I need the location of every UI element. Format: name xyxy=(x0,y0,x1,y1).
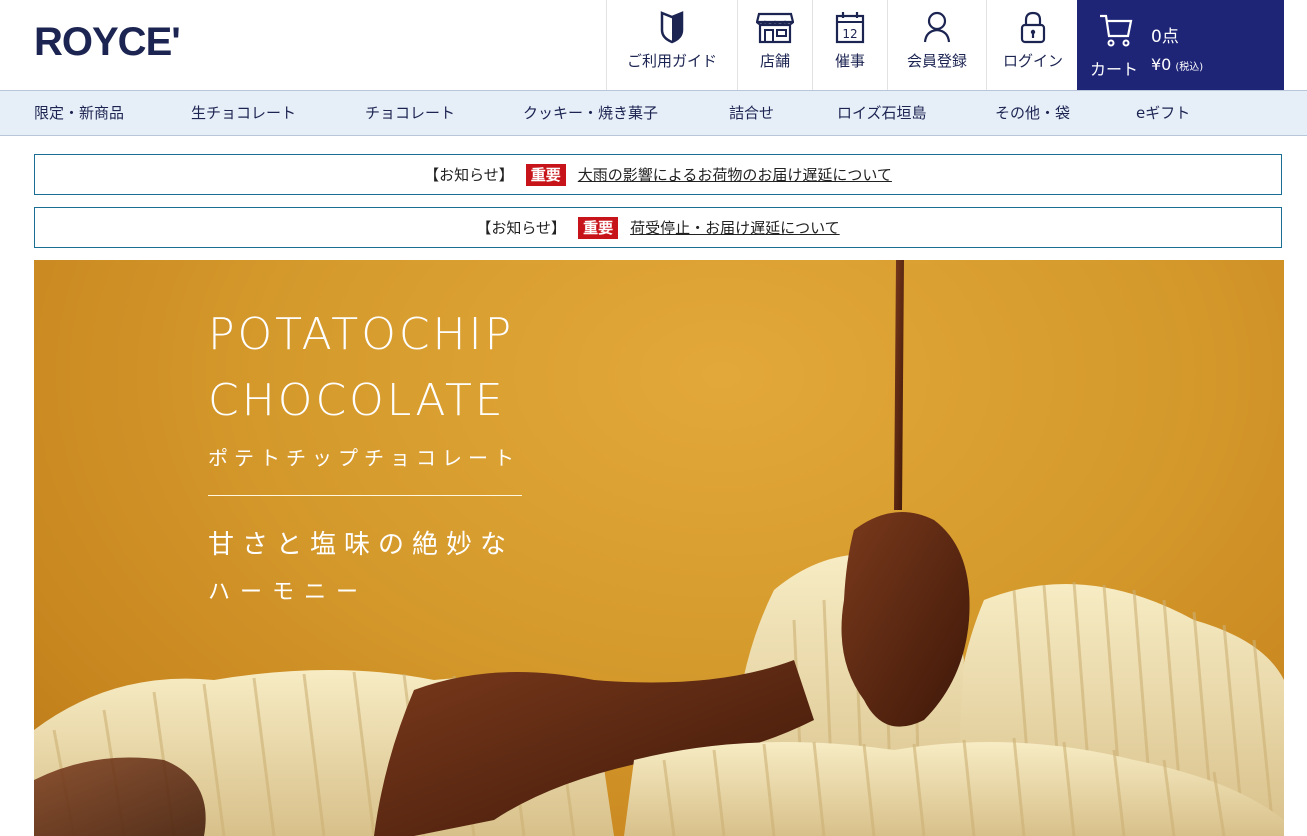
store-label: 店舗 xyxy=(759,52,790,70)
guide-label: ご利用ガイド xyxy=(626,52,717,70)
register-label: 会員登録 xyxy=(906,52,967,70)
cart-label: カート xyxy=(1090,60,1139,79)
nav-nama-chocolate[interactable]: 生チョコレート xyxy=(191,91,296,135)
notice-link-delivery-delay[interactable]: 荷受停止・お届け遅延について xyxy=(630,217,840,238)
nav-egift[interactable]: eギフト xyxy=(1136,91,1190,135)
cart-price-value: ¥0 xyxy=(1151,55,1172,74)
lock-icon xyxy=(1020,11,1046,44)
store-link[interactable]: 店舗 xyxy=(737,0,812,90)
nav-limited-new[interactable]: 限定・新商品 xyxy=(34,91,124,135)
category-navigation: 限定・新商品 生チョコレート チョコレート クッキー・焼き菓子 詰合せ ロイズ石… xyxy=(0,90,1307,136)
cart-price: ¥0 (税込) xyxy=(1151,55,1203,74)
nav-cookies-baked[interactable]: クッキー・焼き菓子 xyxy=(523,91,658,135)
hero-subtitle: ポテトチップチョコレート xyxy=(208,446,520,470)
guide-link[interactable]: ご利用ガイド xyxy=(606,0,737,90)
svg-text:12: 12 xyxy=(842,27,857,41)
hero-banner[interactable]: POTATOCHIP CHOCOLATE ポテトチップチョコレート 甘さと塩味の… xyxy=(34,260,1284,836)
site-header: ROYCE' ご利用ガイド 店舗 12 催事 会員登録 ログイン 0点 カート … xyxy=(0,0,1307,90)
event-label: 催事 xyxy=(834,52,865,70)
royce-logo[interactable]: ROYCE' xyxy=(34,22,181,62)
hero-tagline-2: ハーモニー xyxy=(208,580,369,605)
icon-navigation: ご利用ガイド 店舗 12 催事 会員登録 ログイン xyxy=(606,0,1079,90)
nav-assortments[interactable]: 詰合せ xyxy=(729,91,774,135)
user-icon xyxy=(923,11,951,43)
important-badge: 重要 xyxy=(578,216,619,239)
calendar-icon: 12 xyxy=(835,12,865,44)
cart-icon xyxy=(1100,14,1133,47)
notice-banner-1: 【お知らせ】 重要 大雨の影響によるお荷物のお届け遅延について xyxy=(34,154,1282,195)
hero-tagline-1: 甘さと塩味の絶妙な xyxy=(208,530,515,560)
hero-divider xyxy=(208,495,522,496)
cart-button[interactable]: 0点 カート ¥0 (税込) xyxy=(1077,0,1284,90)
cart-count: 0点 xyxy=(1151,27,1179,47)
hero-title-line2: CHOCOLATE xyxy=(208,375,506,426)
cart-tax-note: (税込) xyxy=(1175,62,1204,73)
important-badge: 重要 xyxy=(525,163,566,186)
register-link[interactable]: 会員登録 xyxy=(887,0,986,90)
nav-royce-ishigaki[interactable]: ロイズ石垣島 xyxy=(837,91,927,135)
nav-others-bags[interactable]: その他・袋 xyxy=(995,91,1070,135)
event-link[interactable]: 12 催事 xyxy=(812,0,887,90)
hero-title-line1: POTATOCHIP xyxy=(208,309,515,360)
nav-chocolate[interactable]: チョコレート xyxy=(365,91,455,135)
notice-prefix: 【お知らせ】 xyxy=(424,166,514,184)
notice-link-heavy-rain[interactable]: 大雨の影響によるお荷物のお届け遅延について xyxy=(578,164,892,185)
login-link[interactable]: ログイン xyxy=(986,0,1079,90)
store-icon xyxy=(756,12,794,44)
hero-title: POTATOCHIP CHOCOLATE xyxy=(208,302,514,434)
notice-banner-2: 【お知らせ】 重要 荷受停止・お届け遅延について xyxy=(34,207,1282,248)
notice-prefix: 【お知らせ】 xyxy=(476,219,567,237)
login-label: ログイン xyxy=(1002,52,1063,70)
guide-shield-icon xyxy=(660,11,684,44)
